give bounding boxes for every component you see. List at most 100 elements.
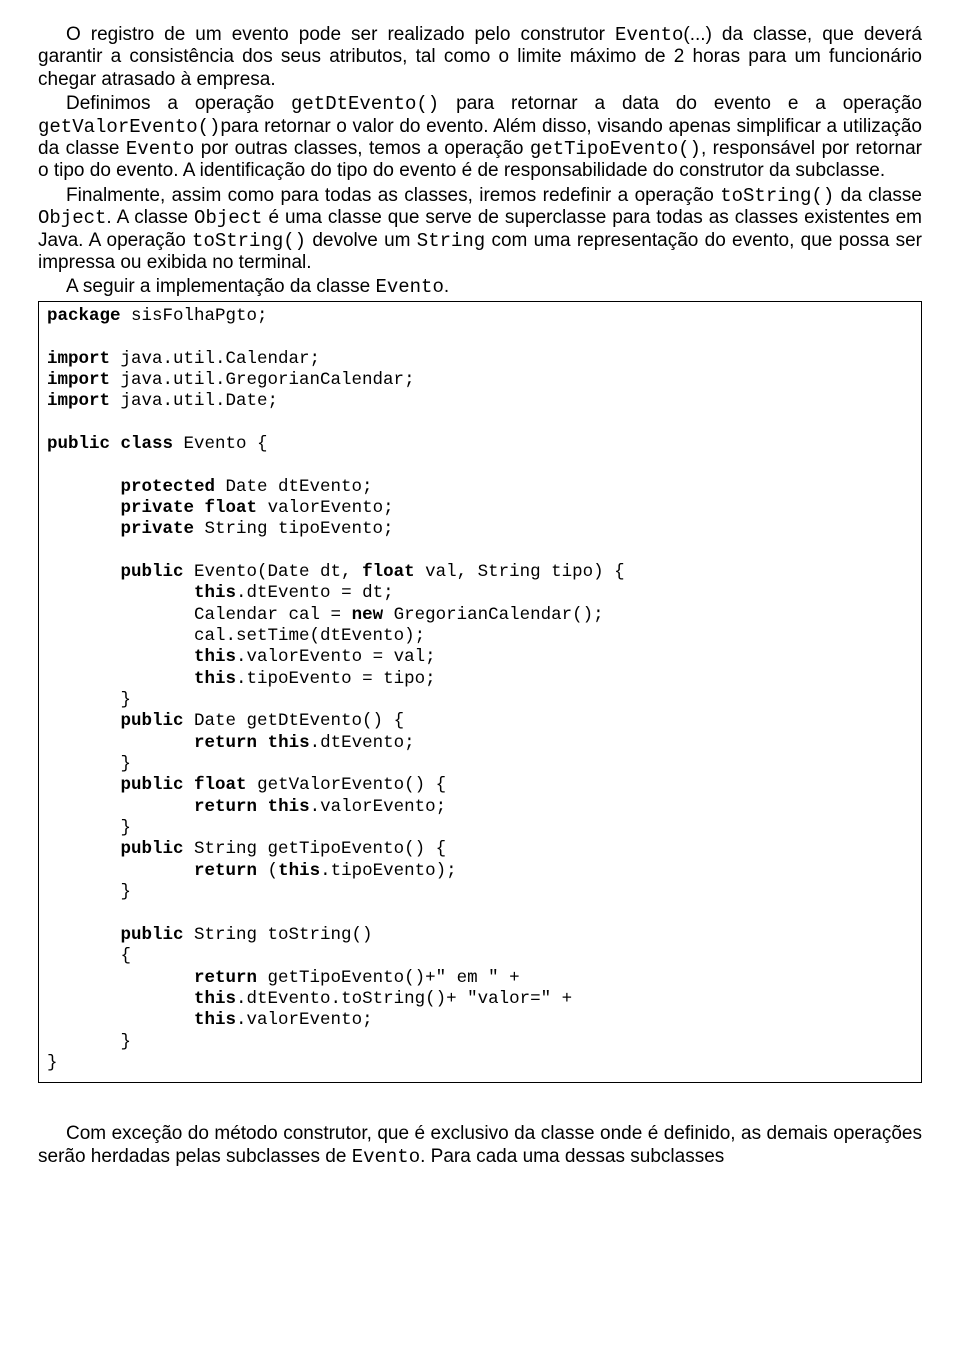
code-text: String toString()	[184, 925, 373, 945]
code-text: java.util.Date;	[110, 391, 278, 411]
text: Definimos a operação	[66, 93, 291, 114]
code-text: getValorEvento() {	[247, 775, 447, 795]
code-pad	[47, 711, 121, 731]
keyword: this	[194, 669, 236, 689]
code-text: val, String tipo) {	[415, 562, 625, 582]
code-text: {	[121, 946, 132, 966]
inline-code: Evento	[375, 276, 443, 298]
code-text: .dtEvento.toString()+ "valor=" +	[236, 989, 572, 1009]
keyword: public	[121, 711, 184, 731]
code-pad	[47, 989, 194, 1009]
keyword: float	[194, 775, 247, 795]
code-text: String tipoEvento;	[194, 519, 394, 539]
keyword: public	[121, 925, 184, 945]
keyword: new	[352, 605, 384, 625]
code-text: Evento(Date dt,	[184, 562, 363, 582]
keyword: this	[194, 647, 236, 667]
paragraph-5: Com exceção do método construtor, que é …	[38, 1123, 922, 1168]
keyword: private	[121, 519, 195, 539]
code-pad	[47, 946, 121, 966]
keyword: this	[268, 733, 310, 753]
code-text: }	[121, 818, 132, 838]
keyword: return	[194, 797, 257, 817]
keyword: float	[362, 562, 415, 582]
keyword: return	[194, 968, 257, 988]
text: devolve um	[306, 230, 417, 251]
code-text: .valorEvento;	[236, 1010, 373, 1030]
code-text: .valorEvento;	[310, 797, 447, 817]
code-pad	[47, 968, 194, 988]
keyword: this	[268, 797, 310, 817]
code-text: getTipoEvento()+" em " +	[257, 968, 520, 988]
keyword: import	[47, 349, 110, 369]
code-text: .tipoEvento);	[320, 861, 457, 881]
code-text: .dtEvento;	[310, 733, 415, 753]
code-pad	[47, 818, 121, 838]
inline-code: getTipoEvento()	[530, 138, 701, 160]
keyword: return	[194, 733, 257, 753]
keyword: this	[194, 989, 236, 1009]
code-text	[194, 498, 205, 518]
keyword: import	[47, 370, 110, 390]
text: para retornar a data do evento e a opera…	[439, 93, 922, 114]
inline-code: Evento	[615, 24, 683, 46]
code-text: }	[121, 690, 132, 710]
code-pad	[47, 690, 121, 710]
code-pad	[47, 562, 121, 582]
text: da classe	[834, 185, 922, 206]
code-pad	[47, 733, 194, 753]
text: A seguir a implementação da classe	[66, 276, 375, 297]
code-text	[257, 733, 268, 753]
text: O registro de um evento pode ser realiza…	[66, 24, 615, 45]
code-pad	[47, 925, 121, 945]
code-text: }	[121, 882, 132, 902]
inline-code: Object	[194, 207, 262, 229]
inline-code: Evento	[352, 1146, 420, 1168]
inline-code: Evento	[126, 138, 194, 160]
keyword: public	[47, 434, 110, 454]
code-pad	[47, 583, 194, 603]
code-text: java.util.Calendar;	[110, 349, 320, 369]
code-pad	[47, 882, 121, 902]
code-text: sisFolhaPgto;	[121, 306, 268, 326]
code-pad	[47, 669, 194, 689]
code-text: String getTipoEvento() {	[184, 839, 447, 859]
inline-code: getDtEvento()	[291, 93, 439, 115]
code-text: cal.setTime(dtEvento);	[194, 626, 425, 646]
code-text: Calendar cal =	[194, 605, 352, 625]
text: .	[444, 276, 449, 297]
code-text: }	[121, 1032, 132, 1052]
text: . Para cada uma dessas subclasses	[420, 1146, 724, 1167]
keyword: float	[205, 498, 258, 518]
code-pad	[47, 754, 121, 774]
text: por outras classes, temos a operação	[194, 138, 530, 159]
code-text	[110, 434, 121, 454]
inline-code: Object	[38, 207, 106, 229]
keyword: public	[121, 562, 184, 582]
code-text: .valorEvento = val;	[236, 647, 436, 667]
code-pad	[47, 498, 121, 518]
keyword: private	[121, 498, 195, 518]
code-text: java.util.GregorianCalendar;	[110, 370, 415, 390]
keyword: public	[121, 839, 184, 859]
paragraph-3: Finalmente, assim como para todas as cla…	[38, 185, 922, 275]
keyword: return	[194, 861, 257, 881]
code-pad	[47, 626, 194, 646]
code-pad	[47, 775, 121, 795]
paragraph-2: Definimos a operação getDtEvento() para …	[38, 93, 922, 183]
code-text: Evento {	[173, 434, 268, 454]
code-pad	[47, 1010, 194, 1030]
keyword: this	[194, 583, 236, 603]
code-text: Date dtEvento;	[215, 477, 373, 497]
code-text: }	[47, 1053, 58, 1073]
code-text: }	[121, 754, 132, 774]
code-pad	[47, 861, 194, 881]
keyword: protected	[121, 477, 216, 497]
paragraph-1: O registro de um evento pode ser realiza…	[38, 24, 922, 91]
text: Finalmente, assim como para todas as cla…	[66, 185, 720, 206]
code-text: Date getDtEvento() {	[184, 711, 405, 731]
inline-code: toString()	[192, 230, 306, 252]
code-pad	[47, 477, 121, 497]
code-text: valorEvento;	[257, 498, 394, 518]
text: . A classe	[106, 207, 194, 228]
